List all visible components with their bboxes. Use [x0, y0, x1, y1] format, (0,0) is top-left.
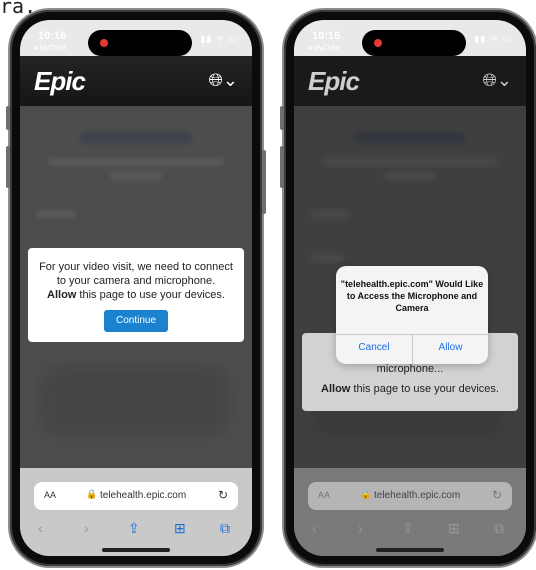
safari-bottom-bar: AA 🔒 telehealth.epic.com ↻ ‹ › ⇪ ⊞ ⧉ [20, 468, 252, 556]
address-bar[interactable]: AA 🔒 telehealth.epic.com ↻ [308, 482, 512, 510]
reload-icon[interactable]: ↻ [218, 488, 228, 502]
forward-icon[interactable]: › [358, 520, 363, 536]
reload-icon[interactable]: ↻ [492, 488, 502, 502]
status-time: 10:16 [312, 30, 341, 42]
system-status-icons: ▮▮ ᯤ ▭ [474, 34, 512, 44]
app-header: Epic 🌐︎⌄ [294, 56, 526, 106]
alert-message: "telehealth.epic.com" Would Like to Acce… [340, 279, 484, 313]
alert-allow-button[interactable]: Allow [413, 342, 488, 353]
allow-emphasis: Allow [47, 289, 77, 301]
recording-dot-icon [374, 39, 382, 47]
safari-bottom-bar: AA 🔒 telehealth.epic.com ↻ ‹ › ⇪ ⊞ ⧉ [294, 468, 526, 556]
language-globe-icon[interactable]: 🌐︎⌄ [483, 70, 512, 91]
epic-logo: Epic [308, 66, 360, 96]
lock-icon: 🔒 [86, 489, 98, 499]
safari-toolbar: ‹ › ⇪ ⊞ ⧉ [294, 520, 526, 544]
power-button [262, 150, 266, 214]
system-status-icons: ▮▮ ᯤ ▭ [200, 34, 238, 44]
address-bar[interactable]: AA 🔒 telehealth.epic.com ↻ [34, 482, 238, 510]
back-to-app-link[interactable]: ◂ MyChart [34, 44, 66, 52]
allow-emphasis: Allow [321, 383, 351, 395]
status-bar: 10:16 ◂ MyChart ▮▮ ᯤ ▭ [20, 20, 252, 56]
dialog-allow-rest: this page to use your devices. [350, 383, 499, 395]
dialog-allow-rest: this page to use your devices. [76, 289, 225, 301]
screen: 10:16 ◂ MyChart ▮▮ ᯤ ▭ Epic 🌐︎⌄ For your… [20, 20, 252, 556]
dialog-allow-line: Allow this page to use your devices. [34, 288, 238, 302]
volume-up-button [280, 146, 284, 188]
url-text: telehealth.epic.com [374, 490, 461, 501]
screen: 10:16 ◂ MyChart ▮▮ ᯤ ▭ Epic 🌐︎⌄ micropho… [294, 20, 526, 556]
status-time: 10:16 [38, 30, 67, 42]
camera-permission-alert: "telehealth.epic.com" Would Like to Acce… [336, 266, 488, 364]
recording-dot-icon [100, 39, 108, 47]
app-header: Epic 🌐︎⌄ [20, 56, 252, 106]
language-globe-icon[interactable]: 🌐︎⌄ [209, 70, 238, 91]
share-icon[interactable]: ⇪ [128, 520, 140, 537]
dialog-allow-line: Allow this page to use your devices. [302, 383, 518, 395]
text-size-button[interactable]: AA [318, 490, 330, 500]
bookmarks-icon[interactable]: ⊞ [448, 520, 460, 537]
dialog-message: For your video visit, we need to connect… [39, 261, 233, 287]
dialog-mic-text: microphone... [376, 363, 444, 375]
share-icon[interactable]: ⇪ [402, 520, 414, 537]
dynamic-island [362, 30, 466, 56]
tabs-icon[interactable]: ⧉ [220, 520, 230, 537]
url-text: telehealth.epic.com [100, 490, 187, 501]
lock-icon: 🔒 [360, 489, 372, 499]
tabs-icon[interactable]: ⧉ [494, 520, 504, 537]
back-to-app-link[interactable]: ◂ MyChart [308, 44, 340, 52]
status-bar: 10:16 ◂ MyChart ▮▮ ᯤ ▭ [294, 20, 526, 56]
forward-icon[interactable]: › [84, 520, 89, 536]
volume-up-button [6, 146, 10, 188]
continue-button[interactable]: Continue [103, 310, 169, 332]
safari-toolbar: ‹ › ⇪ ⊞ ⧉ [20, 520, 252, 544]
alert-cancel-button[interactable]: Cancel [336, 342, 412, 353]
home-indicator[interactable] [376, 548, 444, 552]
phone-left: 10:16 ◂ MyChart ▮▮ ᯤ ▭ Epic 🌐︎⌄ For your… [6, 10, 266, 566]
phone-right: 10:16 ◂ MyChart ▮▮ ᯤ ▭ Epic 🌐︎⌄ micropho… [280, 10, 536, 566]
text-size-button[interactable]: AA [44, 490, 56, 500]
epic-logo: Epic [34, 66, 86, 96]
back-icon[interactable]: ‹ [312, 520, 317, 536]
back-icon[interactable]: ‹ [38, 520, 43, 536]
silent-switch [280, 106, 284, 130]
permission-dialog: For your video visit, we need to connect… [28, 248, 244, 342]
silent-switch [6, 106, 10, 130]
home-indicator[interactable] [102, 548, 170, 552]
bookmarks-icon[interactable]: ⊞ [174, 520, 186, 537]
dynamic-island [88, 30, 192, 56]
